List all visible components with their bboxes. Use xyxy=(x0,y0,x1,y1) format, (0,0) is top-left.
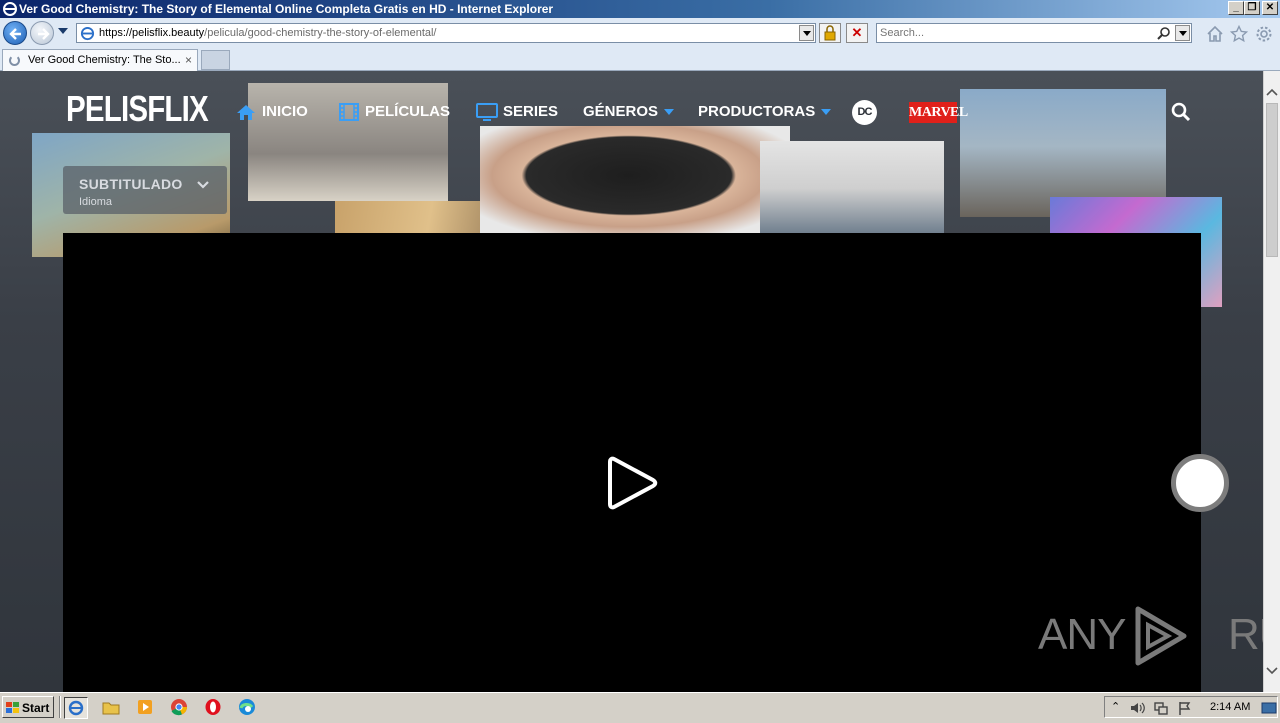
media-player-icon xyxy=(138,700,152,714)
scroll-down-arrow-icon[interactable] xyxy=(1264,662,1280,678)
player-side-toggle-button[interactable] xyxy=(1171,454,1229,512)
taskbar-ie-button[interactable] xyxy=(64,697,88,719)
gear-icon[interactable] xyxy=(1255,25,1273,43)
taskbar-explorer-button[interactable] xyxy=(100,697,124,719)
flag-icon[interactable] xyxy=(1177,700,1193,716)
restore-button[interactable]: ❐ xyxy=(1244,1,1260,15)
chrome-icon xyxy=(171,699,187,716)
opera-icon xyxy=(205,699,221,715)
folder-icon xyxy=(102,702,120,715)
home-browser-icon[interactable] xyxy=(1206,25,1224,43)
loading-spinner-icon xyxy=(9,55,20,66)
browser-search-box[interactable] xyxy=(876,23,1192,43)
language-select[interactable]: SUBTITULADO Idioma xyxy=(63,166,227,214)
taskbar-media-player-button[interactable] xyxy=(134,697,158,719)
home-icon xyxy=(237,105,255,120)
menu-generos[interactable]: GÉNEROS xyxy=(583,102,675,122)
show-desktop-icon[interactable] xyxy=(1261,700,1277,716)
taskbar-chrome-button[interactable] xyxy=(168,697,192,719)
dc-logo[interactable]: DC xyxy=(852,100,877,125)
favorites-star-icon[interactable] xyxy=(1230,25,1248,43)
tab-close-icon[interactable]: × xyxy=(185,53,192,67)
ie-icon xyxy=(68,700,84,716)
menu-peliculas[interactable]: PELÍCULAS xyxy=(339,102,451,122)
anyrun-play-logo-icon xyxy=(1135,606,1187,666)
arrow-left-icon xyxy=(9,28,21,40)
arrow-right-icon xyxy=(38,28,50,40)
address-dropdown-button[interactable] xyxy=(799,25,814,41)
browser-search-input[interactable] xyxy=(880,26,1150,40)
stop-button[interactable]: ✕ xyxy=(846,23,868,43)
ie-logo-icon xyxy=(3,2,17,16)
site-header: PELISFLIX INICIO PELÍCULAS SERIES GÉNERO… xyxy=(0,71,1263,153)
play-icon[interactable] xyxy=(607,453,659,513)
address-bar[interactable]: https://pelisflix.beauty/pelicula/good-c… xyxy=(76,23,816,43)
taskbar-separator xyxy=(59,696,61,718)
tab-title: Ver Good Chemistry: The Sto... xyxy=(28,54,180,66)
url-host: https://pelisflix.beauty xyxy=(99,27,205,39)
caret-down-icon xyxy=(664,109,675,116)
marvel-logo[interactable]: MARVEL xyxy=(909,102,968,123)
menu-generos-label: GÉNEROS xyxy=(583,103,675,120)
video-player[interactable]: ANY RUN xyxy=(63,233,1263,692)
start-button[interactable]: Start xyxy=(2,696,54,718)
new-tab-button[interactable] xyxy=(201,50,230,70)
watermark-run: RUN xyxy=(1228,610,1263,659)
network-icon[interactable] xyxy=(1153,700,1169,716)
windows-taskbar: Start ⌃ 2:14 AM xyxy=(0,692,1280,720)
menu-inicio[interactable]: INICIO xyxy=(236,102,310,122)
page-favicon-icon xyxy=(80,26,95,41)
page-viewport: PELISFLIX INICIO PELÍCULAS SERIES GÉNERO… xyxy=(0,71,1263,692)
address-url: https://pelisflix.beauty/pelicula/good-c… xyxy=(99,27,437,39)
search-icon[interactable] xyxy=(1157,26,1171,40)
start-label: Start xyxy=(22,701,50,715)
search-provider-dropdown[interactable] xyxy=(1175,25,1190,41)
back-button[interactable] xyxy=(3,21,27,45)
background-collage-image xyxy=(760,141,944,236)
menu-series-label: SERIES xyxy=(503,103,559,120)
tv-icon xyxy=(476,103,498,121)
window-titlebar: Ver Good Chemistry: The Story of Element… xyxy=(0,0,1280,18)
caret-down-icon xyxy=(821,109,832,116)
menu-series[interactable]: SERIES xyxy=(476,102,558,122)
language-selected: SUBTITULADO xyxy=(79,176,183,192)
watermark-any: ANY xyxy=(1038,610,1126,659)
close-window-button[interactable]: ✕ xyxy=(1262,1,1278,15)
tab-active[interactable]: Ver Good Chemistry: The Sto... × xyxy=(2,49,198,71)
scrollbar-thumb[interactable] xyxy=(1266,103,1278,257)
url-path: /pelicula/good-chemistry-the-story-of-el… xyxy=(204,27,437,39)
film-icon xyxy=(339,103,359,121)
taskbar-edge-button[interactable] xyxy=(236,697,260,719)
forward-button[interactable] xyxy=(30,21,54,45)
tab-strip: Ver Good Chemistry: The Sto... × xyxy=(0,48,1280,71)
tray-expand-icon[interactable]: ⌃ xyxy=(1111,700,1120,713)
anyrun-watermark: ANY RUN xyxy=(1038,606,1263,666)
windows-logo-icon xyxy=(6,702,19,713)
lock-icon xyxy=(824,25,836,41)
minimize-button[interactable]: _ xyxy=(1228,1,1244,15)
menu-productoras-label: PRODUCTORAS xyxy=(698,103,832,120)
site-search-icon[interactable] xyxy=(1171,102,1191,122)
menu-peliculas-label: PELÍCULAS xyxy=(365,103,451,120)
language-caption: Idioma xyxy=(79,196,113,208)
menu-inicio-label: INICIO xyxy=(262,103,308,120)
tray-clock: 2:14 AM xyxy=(1210,701,1251,713)
menu-productoras[interactable]: PRODUCTORAS xyxy=(698,102,832,122)
history-dropdown-icon[interactable] xyxy=(58,28,68,34)
taskbar-opera-button[interactable] xyxy=(202,697,226,719)
edge-icon xyxy=(239,699,255,715)
browser-navbar: https://pelisflix.beauty/pelicula/good-c… xyxy=(0,18,1280,48)
page-scrollbar[interactable] xyxy=(1263,71,1280,692)
system-tray: ⌃ 2:14 AM xyxy=(1104,696,1278,718)
security-lock-button[interactable] xyxy=(819,23,841,43)
window-title: Ver Good Chemistry: The Story of Element… xyxy=(19,2,554,16)
site-logo[interactable]: PELISFLIX xyxy=(66,88,209,130)
chevron-down-icon xyxy=(197,181,209,189)
speaker-icon[interactable] xyxy=(1129,700,1145,716)
scroll-up-arrow-icon[interactable] xyxy=(1264,85,1280,101)
